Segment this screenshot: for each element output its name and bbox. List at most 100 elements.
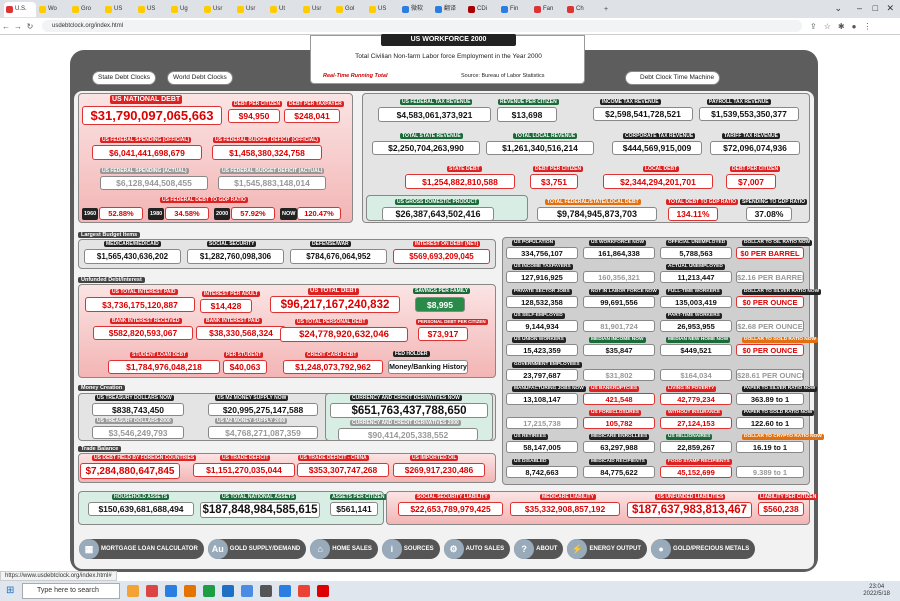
favicon-icon: [171, 5, 178, 13]
browser-tab[interactable]: Ug: [169, 2, 201, 17]
money-title: Money Creation: [78, 385, 126, 391]
info-icon: i: [381, 539, 402, 559]
stat-label: US BANKRUPTCIES: [589, 385, 640, 392]
app-icon[interactable]: [279, 585, 291, 597]
treasury-value: $838,743,450: [92, 403, 184, 416]
browser-tab[interactable]: Usr: [235, 2, 267, 17]
gold-icon: Au: [207, 539, 228, 559]
app-icon[interactable]: [184, 585, 196, 597]
stat-label: US FORECLOSURES: [589, 410, 641, 417]
browser-tab[interactable]: US: [103, 2, 135, 17]
extension-icon[interactable]: ✱: [838, 22, 845, 31]
stat-label: US MILLIONAIRES: [666, 434, 713, 441]
stat-value: 99,691,556: [583, 295, 655, 308]
state-revenue-value: $2,250,704,263,990: [372, 141, 480, 155]
liability-per-citizen-value: $560,238: [758, 502, 804, 516]
national-assets-value: $187,848,984,585,615: [200, 502, 320, 518]
student-loan-value: $1,784,976,048,218: [108, 360, 220, 374]
browser-tab[interactable]: US: [367, 2, 399, 17]
taskbar-search-input[interactable]: Type here to search: [22, 583, 120, 599]
app-icon[interactable]: [127, 585, 139, 597]
state-debt-clocks-button[interactable]: State Debt Clocks: [92, 71, 157, 85]
share-icon[interactable]: ⇪: [810, 22, 817, 31]
favicon-icon: [303, 5, 310, 13]
app-icon[interactable]: [317, 585, 329, 597]
world-debt-clocks-button[interactable]: World Debt Clocks: [167, 71, 233, 85]
header-card: US WORKFORCE 2000 Total Civilian Non-far…: [310, 34, 585, 84]
taskbar: ⊞ Type here to search 23:04 2022/5/18: [0, 581, 900, 601]
nav-item[interactable]: ⚡ ENERGY OUTPUT: [567, 539, 648, 559]
windows-start-icon[interactable]: ⊞: [6, 585, 14, 596]
stat-label: US INCOME TAXPAYERS: [512, 264, 573, 271]
favicon-icon: [468, 5, 475, 13]
taskbar-clock[interactable]: 23:04 2022/5/18: [863, 584, 890, 598]
app-icon[interactable]: [165, 585, 177, 597]
medicare-liability-value: $35,332,908,857,192: [510, 502, 620, 516]
chrome-icon[interactable]: [298, 585, 310, 597]
spending-actual-label: US FEDERAL SPENDING (ACTUAL): [100, 168, 189, 174]
stat-value: 45,152,699: [660, 465, 732, 478]
nav-item[interactable]: ⌂ HOME SALES: [310, 539, 378, 559]
browser-tab[interactable]: Usr: [301, 2, 333, 17]
stat-label: DOLLAR TO GOLD RATIO NOW: [742, 337, 819, 344]
budget-item-label: SOCIAL SECURITY: [207, 241, 257, 247]
total-debt-label: US TOTAL DEBT: [308, 288, 360, 295]
nav-item[interactable]: Au GOLD SUPPLY/DEMAND: [207, 539, 307, 559]
tab-search-icon[interactable]: ⌄: [834, 3, 842, 14]
income-tax-value: $2,598,541,728,521: [593, 107, 693, 121]
stat-value: 63,297,988: [583, 441, 655, 454]
app-icon[interactable]: [222, 585, 234, 597]
forward-icon[interactable]: →: [12, 22, 24, 31]
m2-value: $20,995,275,147,588: [208, 403, 318, 416]
browser-tab[interactable]: US: [136, 2, 168, 17]
maximize-icon[interactable]: □: [873, 3, 878, 13]
browser-tab[interactable]: Gol: [334, 2, 366, 17]
favicon-icon: [534, 5, 541, 13]
budget-item-label: INTEREST ON DEBT (NET): [413, 241, 481, 247]
browser-tab[interactable]: 微软: [400, 2, 432, 17]
state-debt-per-label: DEBT PER CITIZEN: [533, 166, 584, 172]
menu-icon[interactable]: ⋮: [863, 22, 871, 31]
nav-item[interactable]: ▦ MORTGAGE LOAN CALCULATOR: [79, 539, 204, 559]
browser-tab[interactable]: Usr: [202, 2, 234, 17]
nav-item[interactable]: i SOURCES: [381, 539, 440, 559]
app-icon[interactable]: [146, 585, 158, 597]
minimize-icon[interactable]: –: [857, 3, 862, 13]
browser-tab[interactable]: Fan: [532, 2, 564, 17]
stat-label: US RETIREES: [512, 434, 548, 441]
bank-paid-value: $38,330,568,324: [196, 326, 286, 340]
browser-tab[interactable]: U.S.: [4, 1, 36, 17]
nav-item[interactable]: ⚙ AUTO SALES: [443, 539, 511, 559]
nav-item[interactable]: ? ABOUT: [514, 539, 564, 559]
reload-icon[interactable]: ↻: [24, 22, 36, 31]
browser-tab[interactable]: 翻译: [433, 2, 465, 17]
close-icon[interactable]: ✕: [886, 3, 894, 14]
browser-tab[interactable]: Ch: [565, 2, 597, 17]
time-machine-button[interactable]: Debt Clock Time Machine: [625, 71, 721, 85]
stat-value: 11,213,447: [660, 271, 732, 284]
app-icon[interactable]: [260, 585, 272, 597]
browser-tab[interactable]: Fin: [499, 2, 531, 17]
stat-value: 26,953,955: [660, 319, 732, 332]
stat-label: LIVING IN POVERTY: [666, 385, 717, 392]
budget-title: Largest Budget Items: [78, 232, 141, 238]
star-icon[interactable]: ☆: [824, 22, 831, 31]
browser-tab[interactable]: CDi: [466, 2, 498, 17]
profile-icon[interactable]: ●: [852, 22, 857, 31]
browser-tab[interactable]: Wo: [37, 2, 69, 17]
stat-value: $2.16 PER BARREL: [736, 271, 804, 284]
browser-tab[interactable]: Gro: [70, 2, 102, 17]
browser-tab[interactable]: Ut: [268, 2, 300, 17]
money-history-button[interactable]: Money/Banking History: [388, 360, 468, 374]
new-tab-icon[interactable]: +: [604, 6, 608, 13]
nav-item-label: AUTO SALES: [465, 546, 505, 552]
favicon-icon: [39, 5, 46, 13]
savings-label: SAVINGS PER FAMILY: [413, 288, 471, 294]
app-icon[interactable]: [203, 585, 215, 597]
bottom-nav: ▦ MORTGAGE LOAN CALCULATOR Au GOLD SUPPLY/D…: [79, 535, 809, 563]
url-input[interactable]: usdebtclock.org/index.html: [42, 20, 802, 32]
app-icon[interactable]: [241, 585, 253, 597]
back-icon[interactable]: ←: [0, 22, 12, 31]
ratio-year-label: NOW: [280, 208, 298, 220]
nav-item[interactable]: ● GOLD/PRECIOUS METALS: [651, 539, 756, 559]
